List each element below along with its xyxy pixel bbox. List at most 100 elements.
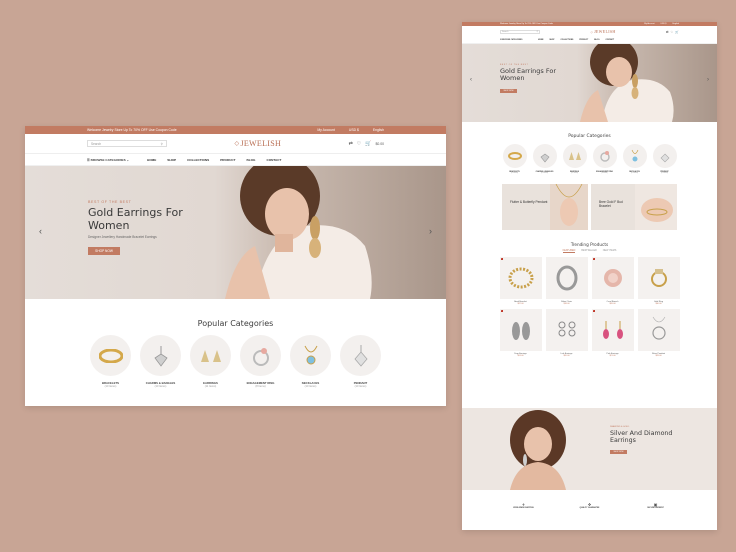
- ring-icon: [599, 151, 610, 162]
- cart-icon[interactable]: 🛒: [365, 141, 371, 147]
- product-price: $24.00: [517, 355, 524, 357]
- search-input[interactable]: Search ⚲: [87, 140, 167, 147]
- language-select[interactable]: English: [373, 128, 384, 132]
- category-item[interactable]: BRACELETS (10 Items): [90, 335, 131, 388]
- product-image[interactable]: -: [591, 257, 634, 299]
- fullpage-preview: Welcome Jewelry Store Up To 70% OFF Use …: [462, 22, 717, 530]
- cart-total: $0.00: [375, 141, 385, 146]
- promo-banners: Flutter & Butterfly Pendant Bree Gold F …: [462, 184, 717, 230]
- sale-badge: -: [500, 258, 504, 260]
- search-input[interactable]: Search ⚲: [500, 29, 540, 34]
- diamond-icon: ◇: [590, 29, 594, 34]
- product-icon: [650, 269, 667, 287]
- nav-contact[interactable]: CONTACT: [605, 39, 614, 41]
- trending-title: Trending Products: [570, 242, 609, 247]
- browse-categories[interactable]: ☰ BROWSE CATEGORIES ⌄: [87, 158, 147, 162]
- category-item[interactable]: ENGAGEMENT RING (8 Items): [240, 335, 281, 388]
- search-icon[interactable]: ⚲: [161, 142, 163, 146]
- nav-contact[interactable]: CONTACT: [266, 158, 281, 162]
- product-image[interactable]: [545, 257, 588, 299]
- sale-badge: -: [592, 258, 596, 260]
- popular-categories-title: Popular Categories: [568, 134, 611, 139]
- main-nav: ☰ BROWSE CATEGORIES ⌄ HOME SHOP COLLECTI…: [25, 154, 446, 166]
- nav-collections[interactable]: COLLECTIONS: [561, 39, 574, 41]
- category-item[interactable]: EARRINGS (11 Items): [562, 144, 587, 174]
- category-list: BRACELETS (10 Items) CHARMS & BANGLES (1…: [25, 335, 446, 388]
- product-card[interactable]: Silver Pendant $28.00: [637, 309, 680, 357]
- product-image[interactable]: [545, 309, 588, 351]
- promo-banner-bracelet[interactable]: Bree Gold F Bud Bracelet: [591, 184, 677, 230]
- model-image: [510, 410, 566, 490]
- bracelet-icon: [507, 152, 522, 160]
- browse-categories[interactable]: ☰ BROWSE CATEGORIES: [500, 39, 530, 41]
- category-item[interactable]: ENGAGEMENT RING (8 Items): [592, 144, 617, 174]
- category-item[interactable]: EARRINGS (11 Items): [190, 335, 231, 388]
- nav-home[interactable]: HOME: [147, 158, 156, 162]
- product-card[interactable]: - Drop Earrings $24.00: [499, 309, 542, 357]
- product-price: $22.00: [517, 303, 524, 305]
- diamond-icon: ◇: [234, 141, 240, 147]
- search-icon: ⚲: [536, 30, 538, 33]
- product-grid: - Bead Bracelet $22.00 Silver Chain $18.00- C…: [462, 257, 717, 357]
- compare-icon[interactable]: ⇄: [666, 30, 669, 34]
- logo[interactable]: ◇ JEWELISH: [235, 139, 282, 148]
- category-item[interactable]: CHARMS & BANGLES (10 Items): [140, 335, 181, 388]
- nav-product[interactable]: PRODUCT: [579, 39, 588, 41]
- category-item[interactable]: CHARMS & BANGLES (10 Items): [532, 144, 557, 174]
- account-link[interactable]: My Account: [317, 128, 335, 132]
- nav-blog[interactable]: BLOG: [594, 39, 599, 41]
- sale-badge: -: [500, 310, 504, 312]
- hero-banner: BEST OF THE BEST Gold Earrings For Women…: [462, 44, 717, 122]
- product-image[interactable]: [637, 257, 680, 299]
- nav-shop[interactable]: SHOP: [549, 39, 554, 41]
- product-card[interactable]: - Pink Earrings $21.00: [591, 309, 634, 357]
- tab-new-items[interactable]: NEW ITEMS: [603, 249, 617, 253]
- cart-icon[interactable]: 🛒: [675, 30, 679, 34]
- shop-now-button[interactable]: SHOP NOW: [500, 88, 517, 93]
- product-price: $21.00: [609, 355, 616, 357]
- nav-collections[interactable]: COLLECTIONS: [187, 158, 209, 162]
- next-arrow-icon[interactable]: ›: [429, 226, 432, 236]
- nav-shop[interactable]: SHOP: [167, 158, 176, 162]
- hero-content: BEST OF THE BEST Gold Earrings For Women…: [88, 200, 198, 256]
- model-image: [580, 44, 674, 122]
- nav-home[interactable]: HOME: [538, 39, 543, 41]
- hero-banner: BEST OF THE BEST Gold Earrings For Women…: [25, 166, 446, 299]
- product-card[interactable]: Link Earrings $20.00: [545, 309, 588, 357]
- tab-bestseller[interactable]: BESTSELLER: [581, 249, 596, 253]
- product-image[interactable]: [637, 309, 680, 351]
- shop-now-button[interactable]: SHOP NOW: [88, 247, 120, 256]
- nav-links: HOME SHOP COLLECTIONS PRODUCT BLOG CONTA…: [147, 158, 281, 162]
- necklace-icon: [631, 149, 638, 162]
- product-card[interactable]: Silver Chain $18.00: [545, 257, 588, 305]
- next-arrow-icon[interactable]: ›: [707, 77, 709, 83]
- promo-banner-pendant[interactable]: Flutter & Butterfly Pendant: [502, 184, 588, 230]
- feature-item: ✈ WORLDWIDE SHIPPING: [504, 502, 544, 509]
- category-item[interactable]: PENDANT (10 Items): [652, 144, 677, 174]
- product-card[interactable]: Gold Ring $30.00: [637, 257, 680, 305]
- category-item[interactable]: PENDANT (10 Items): [340, 335, 381, 388]
- category-item[interactable]: BRACELETS (10 Items): [502, 144, 527, 174]
- product-image[interactable]: -: [499, 257, 542, 299]
- product-card[interactable]: - Coral Brooch $26.00: [591, 257, 634, 305]
- category-item[interactable]: NECKLACES (10 Items): [622, 144, 647, 174]
- nav-blog[interactable]: BLOG: [247, 158, 256, 162]
- product-image[interactable]: -: [591, 309, 634, 351]
- nav-product[interactable]: PRODUCT: [220, 158, 235, 162]
- ring-icon: [252, 347, 269, 366]
- tab-featured[interactable]: FEATURED: [562, 249, 576, 253]
- promo-shop-button[interactable]: SHOP NOW: [610, 450, 627, 455]
- category-item[interactable]: NECKLACES (10 Items): [290, 335, 331, 388]
- prev-arrow-icon[interactable]: ‹: [39, 226, 42, 236]
- sale-badge: -: [592, 310, 596, 312]
- product-card[interactable]: - Bead Bracelet $22.00: [499, 257, 542, 305]
- banner-image: [550, 184, 588, 230]
- currency-select[interactable]: USD $: [349, 128, 359, 132]
- prev-arrow-icon[interactable]: ‹: [470, 77, 472, 83]
- wishlist-icon[interactable]: ♡: [357, 141, 361, 147]
- wishlist-icon[interactable]: ♡: [671, 30, 674, 34]
- product-image[interactable]: -: [499, 309, 542, 351]
- compare-icon[interactable]: ⇄: [349, 141, 353, 147]
- product-price: $26.00: [609, 303, 616, 305]
- logo[interactable]: ◇ JEWELISH: [590, 29, 615, 34]
